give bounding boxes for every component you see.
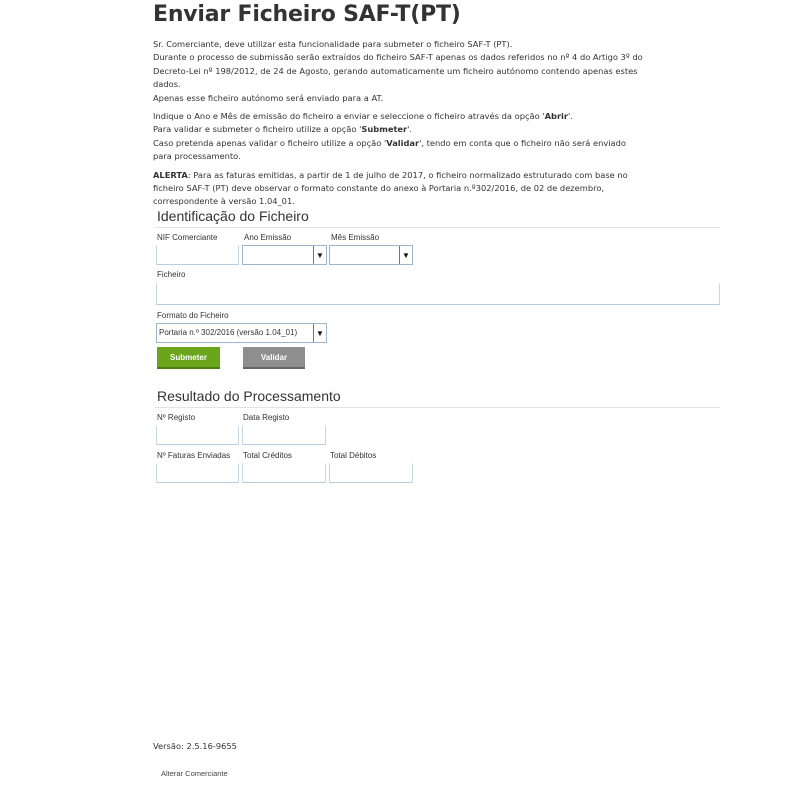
- registration-number-label: Nº Registo: [157, 413, 196, 422]
- section-divider: [155, 227, 720, 228]
- file-input[interactable]: [156, 283, 720, 305]
- intro-paragraph-1: Sr. Comerciante, deve utilizar esta func…: [153, 38, 643, 105]
- alert-paragraph: ALERTA: Para as faturas emitidas, a part…: [153, 169, 643, 209]
- total-credits-field: [242, 463, 326, 483]
- version-text: Versão: 2.5.16-9655: [153, 741, 237, 751]
- intro-line: Durante o processo de submissão serão ex…: [153, 52, 643, 90]
- intro-line: '.: [568, 111, 573, 122]
- chevron-down-icon[interactable]: ▼: [399, 246, 412, 264]
- format-label: Formato do Ficheiro: [157, 311, 229, 320]
- registration-number-field: [156, 425, 239, 445]
- total-debits-label: Total Débitos: [330, 451, 377, 460]
- open-option: Abrir: [544, 111, 568, 122]
- intro-line: Apenas esse ficheiro autónomo será envia…: [153, 92, 384, 103]
- intro-text: Sr. Comerciante, deve utilizar esta func…: [153, 38, 643, 214]
- year-label: Ano Emissão: [244, 233, 292, 242]
- nif-input[interactable]: [156, 245, 239, 265]
- year-select[interactable]: ▼: [242, 245, 327, 265]
- registration-date-label: Data Registo: [243, 413, 290, 422]
- validate-option: Validar: [386, 137, 420, 148]
- total-credits-label: Total Créditos: [243, 451, 292, 460]
- change-merchant-link[interactable]: Alterar Comerciante: [161, 769, 228, 778]
- intro-line: Indique o Ano e Mês de emissão do fichei…: [153, 111, 545, 122]
- invoices-sent-field: [156, 463, 239, 483]
- intro-line: Para validar e submeter o ficheiro utili…: [153, 124, 362, 135]
- month-select[interactable]: ▼: [329, 245, 413, 265]
- submit-button[interactable]: Submeter: [157, 347, 220, 369]
- result-section-title: Resultado do Processamento: [157, 388, 341, 404]
- identification-section-title: Identificação do Ficheiro: [157, 208, 309, 224]
- submit-option: Submeter: [361, 124, 408, 135]
- alert-label: ALERTA: [153, 169, 188, 180]
- format-select-value: Portaria n.º 302/2016 (versão 1.04_01): [159, 328, 298, 337]
- format-select[interactable]: Portaria n.º 302/2016 (versão 1.04_01) ▼: [156, 323, 327, 343]
- intro-line: Caso pretenda apenas validar o ficheiro …: [153, 137, 387, 148]
- chevron-down-icon[interactable]: ▼: [313, 324, 326, 342]
- intro-paragraph-2: Indique o Ano e Mês de emissão do fichei…: [153, 110, 643, 164]
- month-label: Mês Emissão: [331, 233, 380, 242]
- page-title: Enviar Ficheiro SAF-T(PT): [153, 2, 461, 27]
- validate-button[interactable]: Validar: [243, 347, 305, 369]
- registration-date-field: [242, 425, 326, 445]
- intro-line: '.: [407, 124, 413, 135]
- file-label: Ficheiro: [157, 270, 186, 279]
- chevron-down-icon[interactable]: ▼: [313, 246, 326, 264]
- total-debits-field: [329, 463, 413, 483]
- section-divider: [155, 407, 720, 408]
- invoices-sent-label: Nº Faturas Enviadas: [157, 451, 231, 460]
- intro-line: Sr. Comerciante, deve utilizar esta func…: [153, 39, 513, 49]
- alert-text: : Para as faturas emitidas, a partir de …: [153, 169, 628, 207]
- nif-label: NIF Comerciante: [157, 233, 218, 242]
